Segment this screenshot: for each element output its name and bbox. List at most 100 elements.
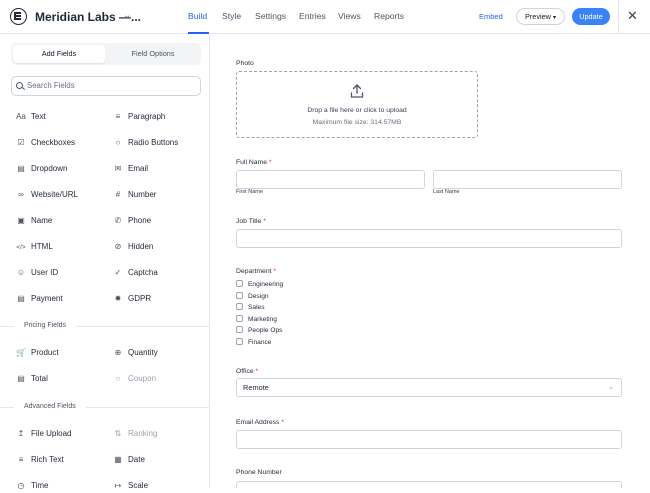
field-label: Dropdown — [31, 164, 68, 173]
department-option[interactable]: People Ops — [236, 326, 282, 335]
field-email[interactable]: ✉ Email — [113, 162, 148, 176]
department-option[interactable]: Sales — [236, 303, 265, 312]
field-label: Quantity — [128, 348, 158, 357]
label-text: Office — [236, 368, 254, 375]
field-label: Checkboxes — [31, 138, 76, 147]
tab-style[interactable]: Style — [222, 11, 241, 21]
field-label: Ranking — [128, 429, 158, 438]
field-label: GDPR — [128, 294, 152, 303]
field-html[interactable]: </> HTML — [16, 240, 52, 254]
checkbox[interactable] — [236, 280, 243, 287]
checkbox[interactable] — [236, 326, 243, 333]
office-label: Office * — [236, 368, 258, 375]
field-label: User ID — [31, 268, 59, 277]
department-option[interactable]: Marketing — [236, 315, 277, 324]
update-button[interactable]: Update — [572, 8, 610, 25]
tab-build[interactable]: Build — [188, 11, 207, 21]
field-gdpr[interactable]: ✹ GDPR — [113, 292, 151, 306]
field-payment[interactable]: ▤ Payment — [16, 292, 63, 306]
tab-add-fields[interactable]: Add Fields — [13, 45, 105, 63]
field-paragraph[interactable]: ≡ Paragraph — [113, 110, 166, 124]
department-label: Department * — [236, 268, 276, 275]
tab-views[interactable]: Views — [338, 11, 361, 21]
total-icon: ▤ — [17, 374, 25, 383]
field-website-url[interactable]: ∞ Website/URL — [16, 188, 78, 202]
dropzone-instruction: Drop a file here or click to upload — [307, 107, 407, 114]
field-radio-buttons[interactable]: ○ Radio Buttons — [113, 136, 179, 150]
label-text: Job Title — [236, 218, 262, 225]
field-checkboxes[interactable]: ☑ Checkboxes — [16, 136, 75, 150]
job-title-input[interactable] — [236, 229, 622, 248]
field-user-id[interactable]: ☺ User ID — [16, 266, 58, 280]
field-dropdown[interactable]: ▤ Dropdown — [16, 162, 67, 176]
text-icon: Aa — [16, 112, 26, 121]
field-scale[interactable]: ↦ Scale — [113, 479, 148, 493]
field-label: Phone — [128, 216, 152, 225]
field-label: Coupon — [128, 374, 157, 383]
tab-reports[interactable]: Reports — [374, 11, 404, 21]
phone-input[interactable] — [236, 481, 622, 488]
field-time[interactable]: ◷ Time — [16, 479, 49, 493]
required-mark: * — [273, 268, 277, 275]
field-number[interactable]: # Number — [113, 188, 157, 202]
option-label: Sales — [248, 304, 265, 311]
field-label: Time — [31, 481, 49, 490]
max-file-size: Maximum file size: 314.57MB — [312, 119, 402, 126]
department-option[interactable]: Design — [236, 292, 269, 301]
field-coupon[interactable]: ○ Coupon — [113, 372, 156, 386]
selected-value: Remote — [243, 383, 269, 392]
close-icon[interactable]: ✕ — [627, 8, 638, 24]
radio-icon: ○ — [115, 138, 121, 147]
upload-icon — [350, 84, 364, 98]
field-file-upload[interactable]: ↥ File Upload — [16, 427, 72, 441]
department-option[interactable]: Finance — [236, 338, 271, 347]
field-product[interactable]: 🛒 Product — [16, 346, 59, 360]
field-rich-text[interactable]: ≡ Rich Text — [16, 453, 64, 467]
chevron-down-icon[interactable]: ⌄ — [123, 10, 131, 21]
email-input[interactable] — [236, 430, 622, 449]
label-text: Department — [236, 268, 272, 275]
link-icon: ∞ — [18, 190, 24, 199]
field-label: Payment — [31, 294, 63, 303]
preview-label: Preview — [525, 12, 551, 21]
field-total[interactable]: ▤ Total — [16, 372, 48, 386]
search-input[interactable]: Search Fields — [11, 76, 201, 96]
quantity-icon: ⊕ — [114, 348, 122, 357]
field-label: Date — [128, 455, 145, 464]
field-quantity[interactable]: ⊕ Quantity — [113, 346, 158, 360]
field-ranking[interactable]: ⇅ Ranking — [113, 427, 158, 441]
field-text[interactable]: Aa Text — [16, 110, 46, 124]
field-captcha[interactable]: ✓ Captcha — [113, 266, 158, 280]
option-label: Design — [248, 293, 269, 300]
divider — [0, 326, 14, 327]
first-name-input[interactable] — [236, 170, 425, 189]
preview-button[interactable]: Preview ▾ — [516, 8, 565, 25]
tab-settings[interactable]: Settings — [255, 11, 286, 21]
shield-check-icon: ✓ — [114, 268, 122, 277]
divider — [0, 407, 14, 408]
field-hidden[interactable]: ⊘ Hidden — [113, 240, 154, 254]
field-label: Captcha — [128, 268, 158, 277]
option-label: Finance — [248, 339, 272, 346]
checkbox[interactable] — [236, 303, 243, 310]
checkbox[interactable] — [236, 292, 243, 299]
photo-dropzone[interactable]: Drop a file here or click to upload Maxi… — [236, 71, 478, 138]
office-select[interactable]: Remote ⌄ — [236, 378, 622, 397]
tab-field-options[interactable]: Field Options — [107, 45, 199, 63]
cart-icon: 🛒 — [16, 348, 26, 357]
active-tab-indicator — [188, 32, 209, 34]
option-label: Marketing — [248, 316, 277, 323]
field-name[interactable]: ▣ Name — [16, 214, 52, 228]
checkbox[interactable] — [236, 315, 243, 322]
last-name-input[interactable] — [433, 170, 622, 189]
embed-button[interactable]: Embed — [479, 12, 503, 21]
label-text: Full Name — [236, 159, 267, 166]
checkbox[interactable] — [236, 338, 243, 345]
department-option[interactable]: Engineering — [236, 280, 283, 289]
option-label: Engineering — [248, 281, 284, 288]
tab-entries[interactable]: Entries — [299, 11, 326, 21]
field-date[interactable]: ▦ Date — [113, 453, 145, 467]
calendar-icon: ▦ — [114, 455, 122, 464]
field-phone[interactable]: ✆ Phone — [113, 214, 152, 228]
gdpr-stars-icon: ✹ — [114, 294, 122, 303]
